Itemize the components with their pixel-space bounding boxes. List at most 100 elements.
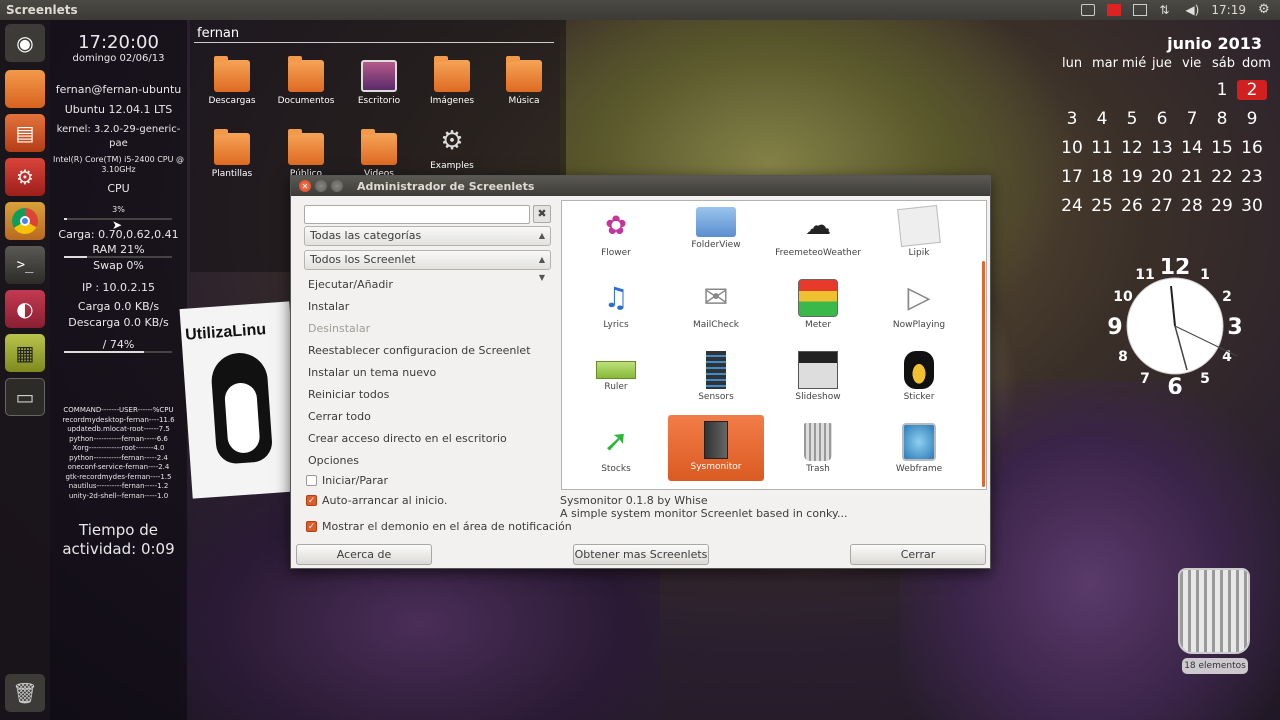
calendar-day[interactable]: 28 [1177, 196, 1207, 216]
network-icon[interactable]: ⇅ [1159, 4, 1173, 16]
screenlet-ruler[interactable]: Ruler [568, 347, 664, 411]
calendar-day[interactable]: 23 [1237, 167, 1267, 187]
calendar-day[interactable]: 7 [1177, 109, 1207, 129]
calendar-day[interactable]: 26 [1117, 196, 1147, 216]
screenlet-trash[interactable]: Trash [770, 419, 866, 483]
calendar-day[interactable]: 30 [1237, 196, 1267, 216]
calendar-day[interactable]: 25 [1087, 196, 1117, 216]
calendar-day[interactable]: 3 [1057, 109, 1087, 129]
screenlet-slideshow[interactable]: Slideshow [770, 347, 866, 411]
get-more-button[interactable]: Obtener mas Screenlets [573, 544, 709, 565]
trash-widget[interactable]: 18 elementos [1170, 562, 1260, 677]
calendar-day[interactable]: 1 [1207, 80, 1237, 100]
maximize-window-icon[interactable] [331, 180, 343, 192]
about-button[interactable]: Acerca de [296, 544, 432, 565]
clear-search-icon[interactable]: ✖ [533, 205, 551, 223]
category-select[interactable]: Todas las categorías ▲▼ [304, 226, 551, 258]
dialog-titlebar[interactable]: ✕ Administrador de Screenlets [291, 176, 990, 196]
action-create-shortcut[interactable]: Crear acceso directo en el escritorio [308, 432, 507, 445]
folder-documentos[interactable]: Documentos [271, 56, 341, 106]
calendar-day[interactable]: 24 [1057, 196, 1087, 216]
calendar-today[interactable]: 2 [1237, 80, 1267, 100]
files-icon[interactable] [5, 70, 45, 108]
start-stop-checkbox[interactable]: Iniciar/Parar [306, 474, 388, 487]
autostart-checkbox[interactable]: ✓ Auto-arrancar al inicio. [306, 494, 447, 507]
panel-clock[interactable]: 17:19 [1211, 3, 1246, 17]
tray-daemon-checkbox[interactable]: ✓ Mostrar el demonio en el área de notif… [306, 520, 572, 533]
mail-icon[interactable] [1133, 4, 1148, 16]
software-center-icon[interactable]: ▤ [5, 114, 45, 152]
close-button[interactable]: Cerrar [850, 544, 986, 565]
window-icon[interactable]: ▭ [5, 378, 45, 416]
checkbox-checked[interactable]: ✓ [306, 495, 317, 506]
chrome-icon[interactable] [5, 202, 45, 240]
calendar-day[interactable]: 12 [1117, 138, 1147, 158]
screenlet-stocks[interactable]: ➚ Stocks [568, 419, 664, 483]
screenlet-mailcheck[interactable]: ✉ MailCheck [668, 275, 764, 339]
calendar-day[interactable]: 22 [1207, 167, 1237, 187]
volume-icon[interactable]: ◀) [1185, 4, 1199, 16]
calendar-day[interactable]: 10 [1057, 138, 1087, 158]
folder-examples[interactable]: ⚙ Examples [417, 125, 487, 171]
gear-icon[interactable]: ⚙ [1258, 3, 1272, 16]
close-window-icon[interactable]: ✕ [299, 180, 311, 192]
action-reset-config[interactable]: Reestablecer configuracion de Screenlet [308, 344, 531, 357]
action-restart-all[interactable]: Reiniciar todos [308, 388, 389, 401]
filter-select[interactable]: Todos los Screenlet ▲ ▼ [304, 250, 551, 282]
calendar-day[interactable]: 18 [1087, 167, 1117, 187]
folder-publico[interactable]: Público [271, 129, 341, 179]
action-close-all[interactable]: Cerrar todo [308, 410, 371, 423]
folder-videos[interactable]: Videos [344, 129, 414, 179]
screenlets-tray-icon[interactable] [1081, 4, 1096, 16]
record-icon[interactable] [1107, 4, 1122, 16]
calendar-day[interactable]: 13 [1147, 138, 1177, 158]
screenlet-nowplaying[interactable]: ▷ NowPlaying [871, 275, 967, 339]
calendar-day[interactable]: 6 [1147, 109, 1177, 129]
calendar-day[interactable]: 16 [1237, 138, 1267, 158]
search-input[interactable] [304, 205, 530, 224]
calendar-day[interactable]: 27 [1147, 196, 1177, 216]
calendar-day[interactable]: 4 [1087, 109, 1117, 129]
minimize-window-icon[interactable] [315, 180, 327, 192]
calendar-day[interactable]: 14 [1177, 138, 1207, 158]
screenlet-flower[interactable]: ✿ Flower [568, 203, 664, 267]
folder-descargas[interactable]: Descargas [197, 56, 267, 106]
screenlet-freemeteoweather[interactable]: ☁ FreemeteoWeather [770, 203, 866, 267]
calendar-day[interactable]: 11 [1087, 138, 1117, 158]
calendar-day[interactable]: 29 [1207, 196, 1237, 216]
trash-icon[interactable]: 🗑 [5, 674, 45, 712]
calendar-day[interactable]: 19 [1117, 167, 1147, 187]
screenlet-sensors[interactable]: Sensors [668, 347, 764, 411]
screenlet-meter[interactable]: Meter [770, 275, 866, 339]
folder-musica[interactable]: Música [489, 56, 559, 106]
action-install[interactable]: Instalar [308, 300, 349, 313]
folder-imagenes[interactable]: Imágenes [417, 56, 487, 106]
screenlet-folderview[interactable]: FolderView [668, 203, 764, 267]
folder-escritorio[interactable]: Escritorio [344, 60, 414, 106]
grid-scrollbar[interactable] [982, 261, 985, 487]
screenlet-lyrics[interactable]: ♫ Lyrics [568, 275, 664, 339]
screenlet-lipik[interactable]: Lipik [871, 203, 967, 267]
terminal-icon[interactable]: >_ [5, 246, 45, 284]
calendar-day[interactable]: 20 [1147, 167, 1177, 187]
calendar-day[interactable]: 15 [1207, 138, 1237, 158]
action-run-add[interactable]: Ejecutar/Añadir [308, 278, 393, 291]
ram-bar [64, 256, 172, 258]
settings-icon[interactable]: ⚙ [5, 158, 45, 196]
checkbox-box[interactable] [306, 475, 317, 486]
calendar-day[interactable]: 5 [1117, 109, 1147, 129]
calendar-day[interactable]: 9 [1237, 109, 1267, 129]
calendar-clock-icon[interactable]: ▦ [5, 334, 45, 372]
screenlet-webframe[interactable]: Webframe [871, 419, 967, 483]
calendar-day[interactable]: 8 [1207, 109, 1237, 129]
ubuntu-logo-icon[interactable]: ◉ [5, 24, 45, 62]
folder-plantillas[interactable]: Plantillas [197, 129, 267, 179]
screenlets-app-icon[interactable]: ◐ [5, 290, 45, 328]
action-install-theme[interactable]: Instalar un tema nuevo [308, 366, 436, 379]
calendar-day[interactable]: 17 [1057, 167, 1087, 187]
action-options[interactable]: Opciones [308, 454, 359, 467]
calendar-day[interactable]: 21 [1177, 167, 1207, 187]
screenlet-sysmonitor[interactable]: Sysmonitor [668, 415, 764, 481]
screenlet-sticker[interactable]: Sticker [871, 347, 967, 411]
checkbox-checked[interactable]: ✓ [306, 521, 317, 532]
